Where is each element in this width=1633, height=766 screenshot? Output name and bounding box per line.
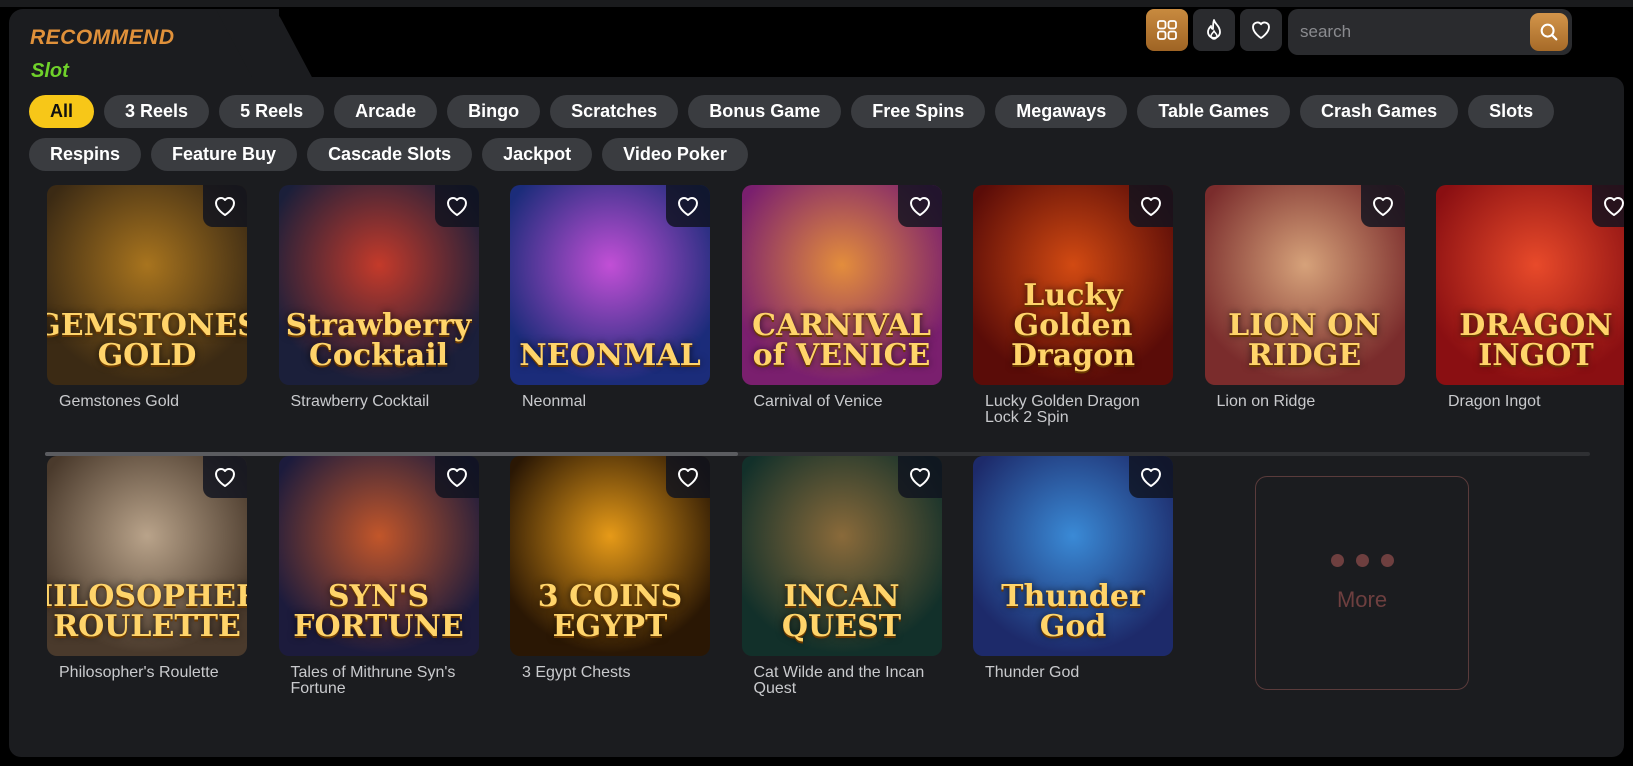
category-chip[interactable]: Bingo xyxy=(447,95,541,128)
game-card[interactable]: Thunder God Thunder God xyxy=(973,456,1173,681)
game-title: Strawberry Cocktail xyxy=(290,393,430,410)
game-card[interactable]: Strawberry Cocktail Strawberry Cocktail xyxy=(278,185,479,410)
category-chip[interactable]: Scratches xyxy=(550,95,679,128)
search-icon xyxy=(1540,23,1558,41)
game-card[interactable]: DRAGON INGOT Dragon Ingot xyxy=(1436,185,1624,410)
category-chip[interactable]: Arcade xyxy=(334,95,438,128)
category-chip[interactable]: Table Games xyxy=(1137,95,1291,128)
favorite-heart-icon[interactable] xyxy=(666,456,710,498)
category-chip[interactable]: Respins xyxy=(29,138,142,171)
more-games-button[interactable]: More xyxy=(1255,476,1469,690)
section-title: RECOMMEND xyxy=(30,26,175,49)
game-thumbnail[interactable]: Strawberry Cocktail xyxy=(278,185,479,385)
favorite-heart-icon[interactable] xyxy=(203,456,247,498)
grid-view-button[interactable] xyxy=(1146,9,1188,51)
game-card[interactable]: PHILOSOPHER'S ROULETTE Philosopher's Roul… xyxy=(47,456,247,681)
category-filters: All 3 Reels 5 Reels Arcade Bingo Scratches Bon… xyxy=(29,95,1609,181)
game-thumbnail[interactable]: INCAN QUEST xyxy=(741,456,942,656)
games-panel: All 3 Reels 5 Reels Arcade Bingo Scratches Bon… xyxy=(9,77,1624,757)
game-thumbnail[interactable]: NEONMAL xyxy=(510,185,710,385)
category-chip[interactable]: Feature Buy xyxy=(151,138,298,171)
game-card[interactable]: CARNIVAL of VENICE Carnival of Venice xyxy=(741,185,942,410)
category-chip[interactable]: Slots xyxy=(1468,95,1555,128)
game-card[interactable]: GEMSTONES GOLD Gemstones Gold xyxy=(47,185,247,410)
game-card[interactable]: Lucky Golden Dragon Lucky Golden Dragon L… xyxy=(973,185,1173,426)
game-row: GEMSTONES GOLD Gemstones Gold Strawberry C… xyxy=(9,185,1624,445)
more-label: More xyxy=(1336,586,1388,612)
favorite-heart-icon[interactable] xyxy=(1129,185,1173,227)
game-title: Carnival of Venice xyxy=(753,393,883,410)
favorite-heart-icon[interactable] xyxy=(1129,456,1173,498)
category-row: All 3 Reels 5 Reels Arcade Bingo Scratches Bon… xyxy=(29,95,1609,128)
category-chip[interactable]: Bonus Game xyxy=(688,95,842,128)
favorite-heart-icon[interactable] xyxy=(1592,185,1624,227)
ellipsis-icon xyxy=(1330,553,1394,567)
category-chip[interactable]: Megaways xyxy=(995,95,1128,128)
favorite-heart-icon[interactable] xyxy=(434,185,479,227)
search-input[interactable] xyxy=(1300,9,1520,55)
favorite-heart-icon[interactable] xyxy=(1360,185,1405,227)
game-thumbnail[interactable]: Lucky Golden Dragon xyxy=(973,185,1173,385)
game-title: Tales of Mithrune Syn's Fortune xyxy=(290,664,456,697)
category-chip[interactable]: All xyxy=(29,95,95,128)
game-thumbnail[interactable]: SYN'S FORTUNE xyxy=(278,456,479,656)
game-thumbnail[interactable]: DRAGON INGOT xyxy=(1436,185,1624,385)
game-card[interactable]: NEONMAL Neonmal xyxy=(510,185,710,410)
section-subtitle[interactable]: Slot xyxy=(31,60,69,83)
top-strip xyxy=(0,0,1633,7)
game-title: Neonmal xyxy=(522,393,587,410)
game-title: Cat Wilde and the Incan Quest xyxy=(753,664,925,697)
game-card[interactable]: LION ON RIDGE Lion on Ridge xyxy=(1204,185,1405,410)
game-thumbnail[interactable]: PHILOSOPHER'S ROULETTE xyxy=(47,456,247,656)
game-thumbnail[interactable]: 3 COINS EGYPT xyxy=(510,456,710,656)
game-title: 3 Egypt Chests xyxy=(522,664,631,681)
game-card[interactable]: SYN'S FORTUNE Tales of Mithrune Syn's For… xyxy=(278,456,479,697)
game-thumbnail[interactable]: Thunder God xyxy=(973,456,1173,656)
favorite-heart-icon[interactable] xyxy=(203,185,247,227)
category-chip[interactable]: Free Spins xyxy=(851,95,986,128)
category-chip[interactable]: Video Poker xyxy=(602,138,748,171)
category-row: Respins Feature Buy Cascade Slots Jackpot Vi… xyxy=(29,138,1609,171)
category-chip[interactable]: Jackpot xyxy=(482,138,593,171)
game-title: Lion on Ridge xyxy=(1216,393,1316,410)
game-card[interactable]: INCAN QUEST Cat Wilde and the Incan Quest xyxy=(741,456,942,697)
game-thumbnail[interactable]: GEMSTONES GOLD xyxy=(47,185,247,385)
game-thumbnail[interactable]: LION ON RIDGE xyxy=(1204,185,1405,385)
favorite-heart-icon[interactable] xyxy=(666,185,710,227)
favorites-button[interactable] xyxy=(1240,9,1282,51)
grid-icon xyxy=(1157,20,1177,40)
category-chip[interactable]: Cascade Slots xyxy=(307,138,473,171)
game-thumbnail[interactable]: CARNIVAL of VENICE xyxy=(741,185,942,385)
favorite-heart-icon[interactable] xyxy=(897,456,942,498)
category-chip[interactable]: 3 Reels xyxy=(104,95,210,128)
game-card[interactable]: 3 COINS EGYPT 3 Egypt Chests xyxy=(510,456,710,681)
search-box xyxy=(1288,9,1572,55)
heart-icon xyxy=(1252,21,1270,39)
flame-icon xyxy=(1207,19,1221,40)
category-chip[interactable]: 5 Reels xyxy=(219,95,325,128)
game-title: Thunder God xyxy=(985,664,1080,681)
category-chip[interactable]: Crash Games xyxy=(1300,95,1459,128)
favorite-heart-icon[interactable] xyxy=(897,185,942,227)
search-button[interactable] xyxy=(1530,13,1568,51)
hot-games-button[interactable] xyxy=(1193,9,1235,51)
favorite-heart-icon[interactable] xyxy=(434,456,479,498)
game-title: Dragon Ingot xyxy=(1448,393,1541,410)
game-title: Philosopher's Roulette xyxy=(59,664,219,681)
game-title: Lucky Golden Dragon Lock 2 Spin xyxy=(985,393,1140,426)
game-title: Gemstones Gold xyxy=(59,393,180,410)
